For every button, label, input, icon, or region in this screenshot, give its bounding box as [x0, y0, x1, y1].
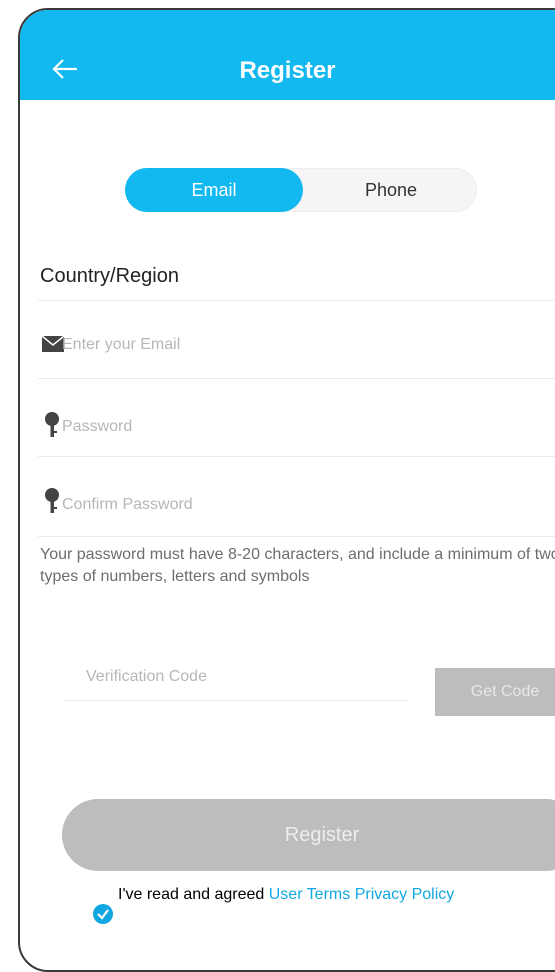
- get-code-button[interactable]: Get Code: [435, 668, 555, 716]
- register-button[interactable]: Register: [62, 799, 555, 871]
- page-title: Register: [239, 57, 336, 84]
- country-region-label: Country/Region: [40, 265, 179, 287]
- email-placeholder: Enter your Email: [62, 336, 181, 353]
- password-field[interactable]: Password: [38, 378, 555, 457]
- tab-email[interactable]: Email: [125, 168, 303, 212]
- tab-phone[interactable]: Phone: [305, 168, 477, 212]
- terms-agreement: I've read and agreed User Terms Privacy …: [118, 886, 555, 904]
- email-field[interactable]: Enter your Email: [38, 300, 555, 379]
- agree-text: I've read and agreed: [118, 886, 265, 903]
- app-header: Register: [20, 10, 555, 100]
- phone-frame: Register Email Phone Country/Region Ente…: [18, 8, 555, 972]
- envelope-icon: [42, 336, 64, 352]
- key-icon: [45, 412, 59, 437]
- user-terms-link[interactable]: User Terms: [269, 886, 351, 903]
- tab-switcher: Email Phone: [125, 168, 477, 212]
- verification-code-field[interactable]: Verification Code: [64, 638, 409, 701]
- checkbox-checked-icon[interactable]: [92, 903, 114, 925]
- country-region-row[interactable]: Country/Region: [38, 235, 555, 301]
- privacy-policy-link[interactable]: Privacy Policy: [355, 886, 455, 903]
- password-placeholder: Password: [62, 418, 133, 435]
- confirm-password-field[interactable]: Confirm Password: [38, 456, 555, 537]
- key-icon: [45, 488, 59, 513]
- verification-code-placeholder: Verification Code: [86, 668, 207, 685]
- password-help-text: Your password must have 8-20 characters,…: [40, 546, 555, 585]
- confirm-password-placeholder: Confirm Password: [62, 496, 193, 513]
